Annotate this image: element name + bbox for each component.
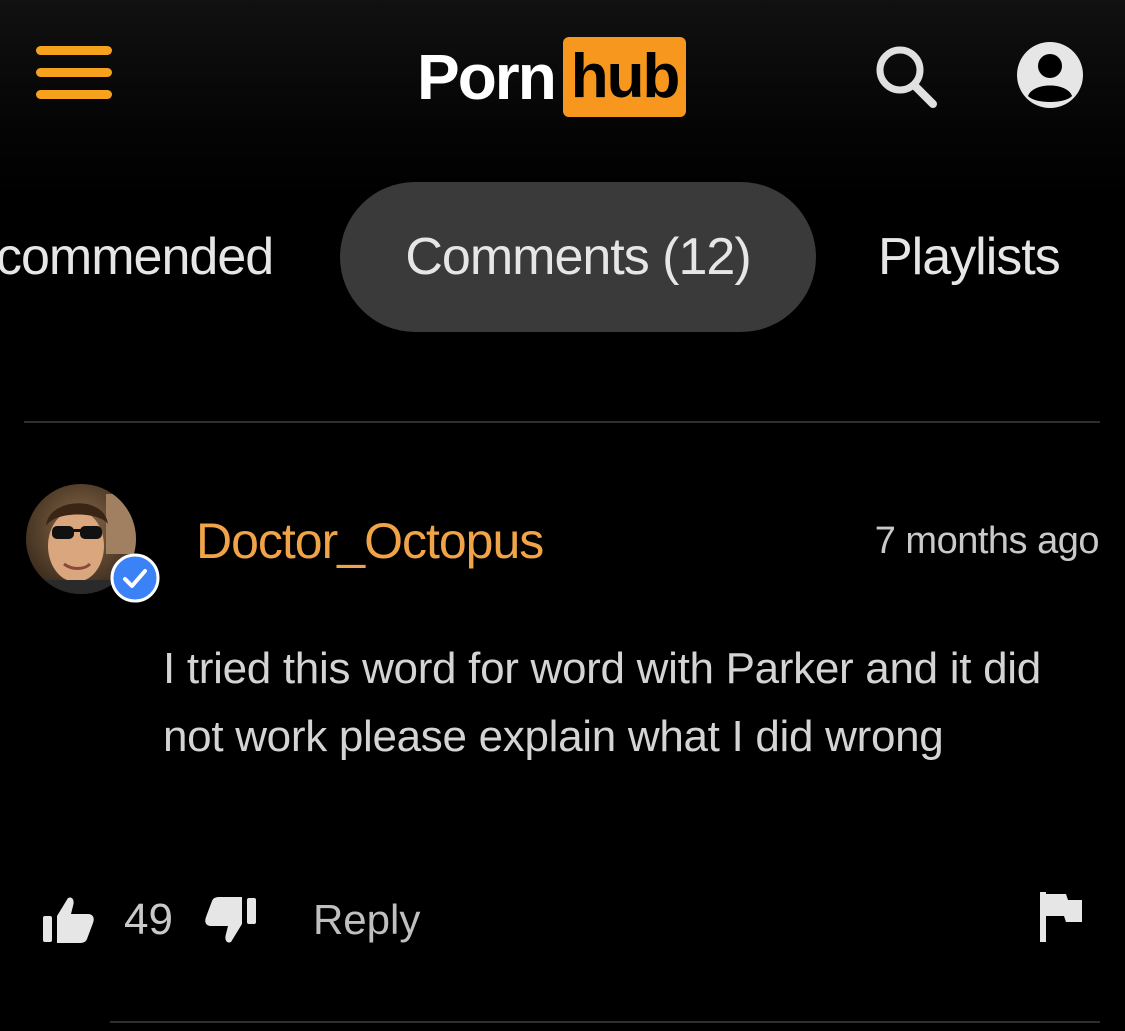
tab-recommended[interactable]: commended	[0, 182, 274, 332]
page: Porn hub commended Comments (12) Playlis…	[0, 0, 1125, 1031]
reply-button[interactable]: Reply	[313, 896, 420, 944]
hamburger-menu-icon[interactable]	[36, 46, 112, 102]
search-icon[interactable]	[870, 40, 940, 110]
thumbs-down-icon[interactable]	[203, 892, 259, 948]
comment-divider	[110, 1021, 1100, 1023]
tab-comments[interactable]: Comments (12)	[340, 182, 816, 332]
comment-timestamp: 7 months ago	[874, 520, 1100, 562]
tab-playlists[interactable]: Playlists	[878, 182, 1061, 332]
site-logo[interactable]: Porn hub	[417, 36, 687, 118]
flag-icon[interactable]	[1036, 888, 1086, 944]
account-icon[interactable]	[1015, 40, 1085, 110]
comment-body: I tried this word for word with Parker a…	[163, 644, 1041, 761]
verified-badge-icon	[110, 553, 160, 603]
section-divider	[24, 421, 1100, 423]
logo-text-left: Porn	[417, 41, 557, 113]
thumbs-up-icon[interactable]	[40, 892, 96, 948]
like-count: 49	[124, 895, 173, 944]
comment-actions: 49 Reply	[40, 888, 420, 952]
comment-username[interactable]: Doctor_Octopus	[196, 512, 544, 570]
logo-text-right: hub	[562, 37, 687, 117]
